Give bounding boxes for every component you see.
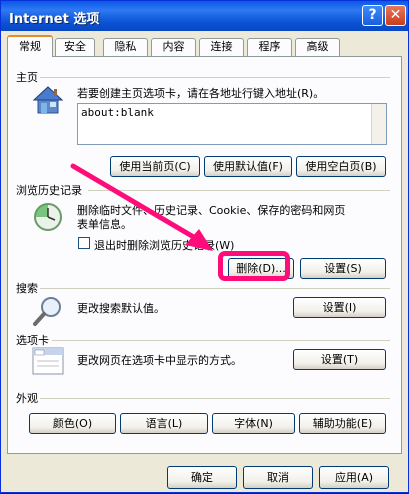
internet-options-dialog: Internet 选项 ? ✕ 常规 安全 隐私 内容 连接 程序 高级 主页 … bbox=[0, 0, 409, 493]
cancel-button[interactable]: 取消 bbox=[243, 466, 313, 489]
ok-button[interactable]: 确定 bbox=[167, 466, 237, 489]
tab-general[interactable]: 常规 bbox=[7, 35, 53, 57]
highlight-box bbox=[218, 251, 290, 281]
annotation-arrow bbox=[70, 163, 213, 251]
apply-button[interactable]: 应用(A) bbox=[319, 466, 389, 489]
